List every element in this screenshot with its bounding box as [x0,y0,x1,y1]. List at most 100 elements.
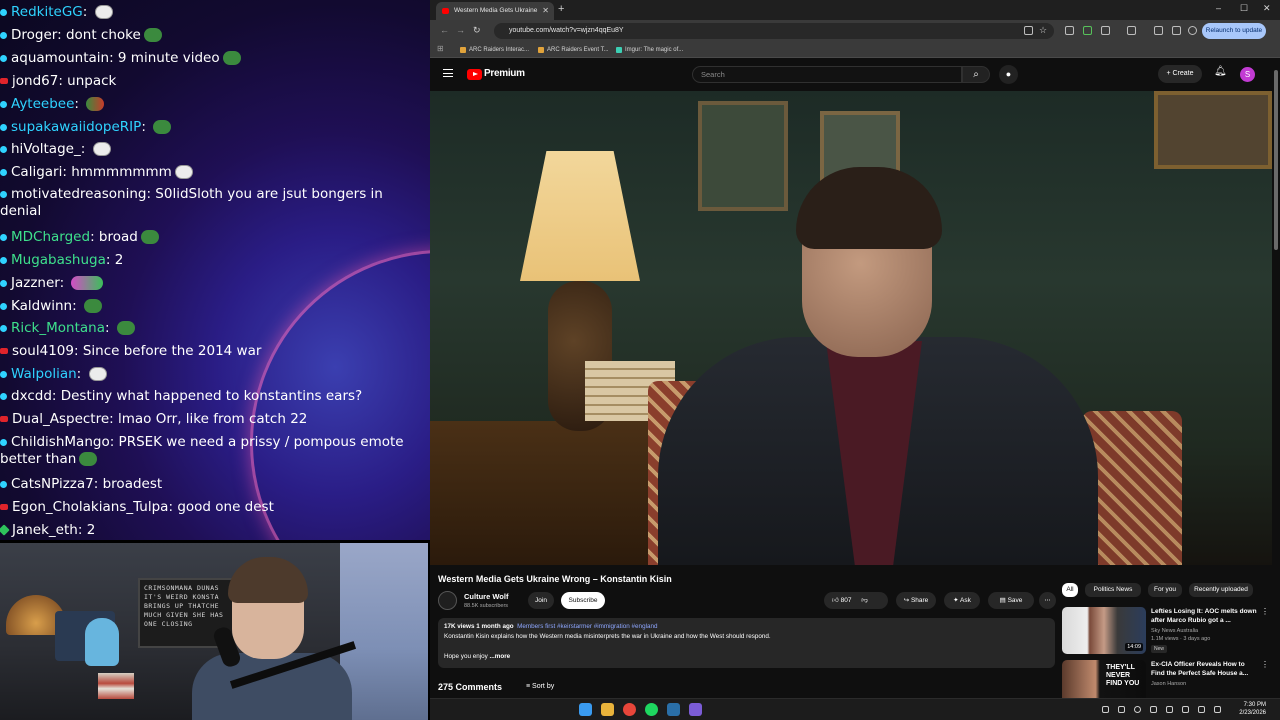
sidepanel-icon[interactable] [1127,26,1136,35]
spotify-icon[interactable] [645,703,658,716]
tab-search-icon[interactable] [1172,26,1181,35]
video-description[interactable]: 17K views 1 month ago Members first #kei… [438,618,1055,668]
start-menu-icon[interactable] [579,703,592,716]
video-player[interactable] [430,91,1272,565]
back-arrow-icon[interactable]: ← [440,25,449,35]
url-input[interactable]: youtube.com/watch?v=wjzn4qqEu8Y [494,23,1054,39]
channel-avatar[interactable] [438,591,457,610]
chip-recently-uploaded[interactable]: Recently uploaded [1189,583,1253,597]
steam-icon[interactable] [667,703,680,716]
bookmark-imgur[interactable]: Imgur: The magic of... [616,44,683,56]
chat-username[interactable]: aquamountain [11,50,109,66]
recommended-channel[interactable]: Jason Hanson [1151,681,1186,687]
bookmark-arc-raiders-event[interactable]: ARC Raiders Event T... [538,44,609,56]
chat-username[interactable]: Jazzner [11,275,60,291]
account-avatar[interactable]: S [1240,67,1255,82]
kebab-menu-icon[interactable]: ⋮ [1261,660,1269,669]
tray-icon[interactable] [1118,706,1125,713]
bookmark-star-icon[interactable]: ☆ [1039,25,1047,36]
tray-icon[interactable] [1166,706,1173,713]
battery-icon[interactable] [1214,706,1221,713]
browser-tab-active[interactable]: Western Media Gets Ukraine ✕ [436,2,554,20]
wifi-icon[interactable] [1182,706,1189,713]
download-icon[interactable] [1154,26,1163,35]
chat-username[interactable]: Kaldwinn [11,298,72,314]
kebab-menu-icon[interactable]: ⋮ [1261,607,1269,616]
chat-username[interactable]: Ayteebee [11,96,74,112]
search-button[interactable]: ⌕ [962,66,990,83]
tray-icon[interactable] [1134,706,1141,713]
scrollbar-thumb[interactable] [1274,70,1278,250]
recommended-title[interactable]: Lefties Losing It: AOC melts down after … [1151,607,1259,625]
chat-username[interactable]: Droger [11,27,57,43]
taskbar-clock[interactable]: 7:30 PM 2/23/2026 [1239,701,1266,717]
recommended-thumbnail[interactable]: THEY'LL NEVER FIND YOU [1062,660,1146,698]
chip-politics-news[interactable]: Politics News [1085,583,1141,597]
subscribe-button[interactable]: Subscribe [561,592,605,609]
share-button[interactable]: ↪ Share [896,592,936,609]
recommended-thumbnail[interactable]: 14:09 [1062,607,1146,654]
chat-username[interactable]: Caligari [11,164,62,180]
file-explorer-icon[interactable] [601,703,614,716]
chat-username[interactable]: Egon_Cholakians_Tulpa [12,499,168,515]
save-button[interactable]: ▤ Save [988,592,1034,609]
hashtags[interactable]: Members first #keirstarmer #immigration … [517,623,657,630]
chip-all[interactable]: All [1062,583,1078,597]
tab-close-icon[interactable]: ✕ [542,2,549,20]
channel-name[interactable]: Culture Wolf [464,592,508,601]
chat-username[interactable]: jond67 [12,73,58,89]
chrome-icon[interactable] [623,703,636,716]
cast-icon[interactable] [1024,26,1033,35]
profile-icon[interactable] [1188,26,1197,35]
new-tab-button[interactable]: + [558,3,564,15]
recommended-video[interactable]: THEY'LL NEVER FIND YOU Ex-CIA Officer Re… [1062,660,1272,698]
chat-username[interactable]: supakawaiidopeRIP [11,119,141,135]
relaunch-to-update-button[interactable]: Relaunch to update [1202,23,1266,39]
extension-icon[interactable] [1065,26,1074,35]
notifications-bell-icon[interactable]: 🔔︎ [1214,66,1227,77]
create-button[interactable]: + Create [1158,65,1202,83]
like-dislike-button[interactable]: 👍︎ 807 👎︎ [824,592,888,609]
tray-icon[interactable] [1102,706,1109,713]
chat-username[interactable]: motivatedreasoning [11,186,146,202]
chat-username[interactable]: dxcdd [11,388,52,404]
menu-hamburger-icon[interactable] [443,69,453,77]
close-window-button[interactable]: ✕ [1263,3,1271,14]
thumbs-down-icon[interactable]: 👎︎ [861,597,868,604]
chat-username[interactable]: Walpolian [11,366,77,382]
chat-username[interactable]: hiVoltage_ [11,141,81,157]
apps-grid-icon[interactable]: ⊞ [437,44,444,53]
join-button[interactable]: Join [528,592,554,609]
forward-arrow-icon[interactable]: → [456,25,465,35]
chat-username[interactable]: Dual_Aspectre [12,411,109,427]
reload-icon[interactable]: ↻ [473,25,481,36]
search-input[interactable]: Search [692,66,962,83]
volume-icon[interactable] [1198,706,1205,713]
sort-by-button[interactable]: ≡ Sort by [526,683,554,690]
chat-username[interactable]: Rick_Montana [11,320,105,336]
extension-green-icon[interactable] [1083,26,1092,35]
maximize-button[interactable]: ☐ [1240,3,1248,14]
ask-button[interactable]: ✦ Ask [944,592,980,609]
chat-username[interactable]: MDCharged [11,229,90,245]
more-actions-button[interactable]: ⋯ [1039,592,1056,609]
bookmark-arc-raiders-interactive[interactable]: ARC Raiders Interac... [460,44,529,56]
chat-username[interactable]: RedkiteGG [11,4,83,20]
recommended-channel[interactable]: Sky News Australia [1151,628,1198,634]
show-more-link[interactable]: ...more [490,653,511,660]
tray-icon[interactable] [1150,706,1157,713]
chat-username[interactable]: soul4109 [12,343,74,359]
recommended-title[interactable]: Ex-CIA Officer Reveals How to Find the P… [1151,660,1259,678]
chat-username[interactable]: ChildishMango [11,434,110,450]
youtube-logo-icon[interactable] [467,69,482,80]
chip-for-you[interactable]: For you [1148,583,1182,597]
puzzle-icon[interactable] [1101,26,1110,35]
youtube-premium-label[interactable]: Premium [484,68,525,79]
chat-username[interactable]: Janek_eth [12,522,78,538]
voice-search-button[interactable]: ● [999,65,1018,84]
app-icon[interactable] [689,703,702,716]
chat-username[interactable]: CatsNPizza7 [11,476,94,492]
minimize-button[interactable]: – [1216,3,1221,13]
recommended-video[interactable]: 14:09 Lefties Losing It: AOC melts down … [1062,607,1272,657]
chat-username[interactable]: Mugabashuga [11,252,106,268]
